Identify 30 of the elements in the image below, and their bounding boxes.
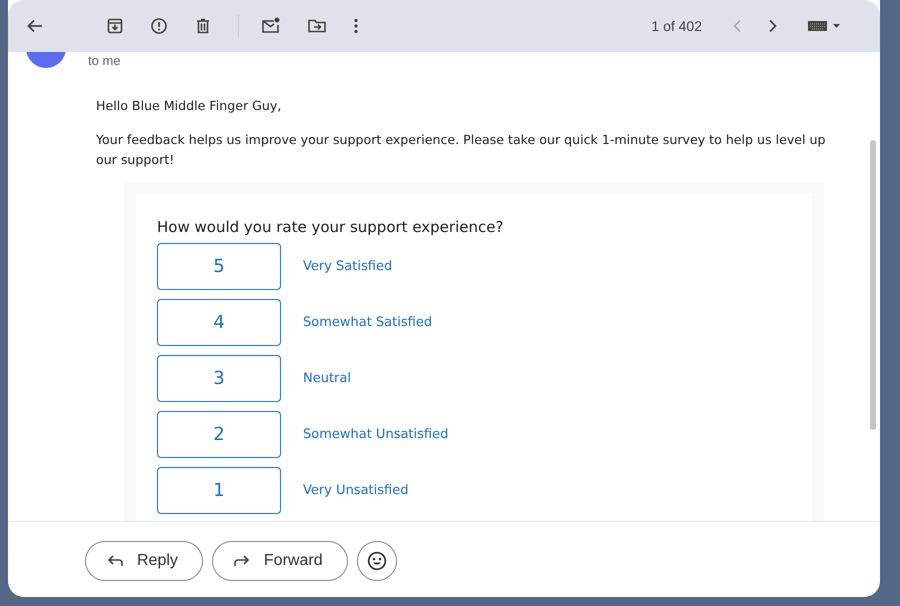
message-text: Your feedback helps us improve your support experience. Please take our quick 1-minute survey to help us level up our support!: [96, 131, 827, 169]
forward-button[interactable]: Forward: [212, 540, 348, 580]
rating-link[interactable]: Somewhat Unsatisfied: [303, 427, 448, 442]
message-counter: 1 of 402: [651, 18, 702, 34]
move-to-folder-icon[interactable]: [307, 17, 327, 35]
archive-icon[interactable]: [106, 17, 124, 35]
more-icon[interactable]: [353, 17, 359, 35]
rating-button[interactable]: 5: [157, 243, 281, 290]
recipient-text[interactable]: to me: [88, 53, 121, 68]
emoji-button[interactable]: [356, 540, 397, 580]
back-icon[interactable]: [26, 17, 44, 35]
smiley-icon: [366, 550, 387, 570]
report-icon[interactable]: [150, 17, 168, 35]
rating-link[interactable]: Somewhat Satisfied: [303, 315, 432, 330]
next-icon[interactable]: [768, 19, 778, 33]
rating-link[interactable]: Neutral: [303, 371, 351, 386]
rating-button[interactable]: 3: [157, 355, 281, 402]
rating-link[interactable]: Very Satisfied: [303, 259, 392, 274]
reply-button[interactable]: Reply: [85, 540, 203, 580]
rating-button[interactable]: 4: [157, 299, 281, 346]
keyboard-icon[interactable]: [808, 20, 840, 32]
delete-icon[interactable]: [194, 17, 212, 35]
forward-icon: [234, 554, 250, 568]
greeting-text: Hello Blue Middle Finger Guy,: [96, 97, 282, 115]
mark-unread-icon[interactable]: [261, 17, 281, 35]
reply-icon: [107, 554, 123, 568]
survey-question: How would you rate your support experience?: [157, 218, 504, 236]
rating-button[interactable]: 2: [157, 411, 281, 458]
rating-link[interactable]: Very Unsatisfied: [303, 483, 408, 498]
rating-button[interactable]: 1: [157, 467, 281, 514]
